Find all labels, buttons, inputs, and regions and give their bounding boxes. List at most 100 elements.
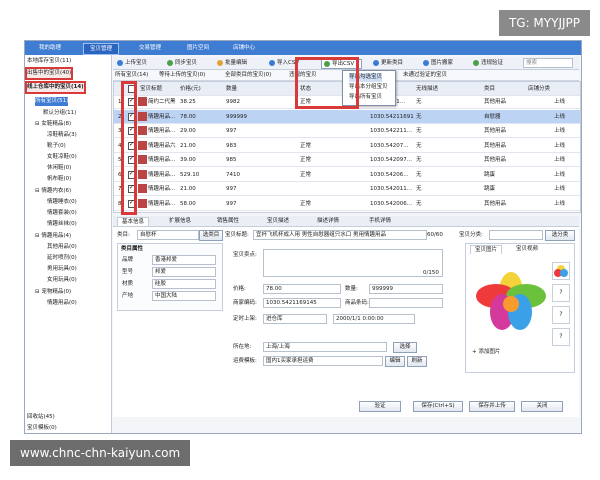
tab-basic[interactable]: 基本信息	[117, 217, 150, 226]
import-csv-button[interactable]: 导入CSV	[269, 59, 299, 67]
table-row[interactable]: 7 情趣用品... 21.00 997 1030.542011... 无 跳蛋 上线	[114, 182, 580, 196]
header-shop[interactable]: 店铺分类	[528, 85, 568, 93]
tab-description[interactable]: 宝贝描述	[263, 217, 293, 225]
header-title[interactable]: 宝贝标题	[140, 85, 174, 93]
thumbnail-1[interactable]	[552, 262, 570, 280]
tab-extended[interactable]: 扩展信息	[165, 217, 195, 225]
qty-field[interactable]: 999999	[369, 284, 443, 294]
row-checkbox[interactable]	[128, 155, 136, 164]
header-mobile[interactable]: 无线描述	[416, 85, 456, 93]
filter-unverified[interactable]: 未通过验证的宝贝	[403, 71, 447, 79]
sidebar-item-sub[interactable]: 女用玩具(0)	[47, 276, 77, 285]
upload-button[interactable]: 上传宝贝	[117, 59, 147, 67]
image-move-button[interactable]: 图片搬家	[423, 59, 453, 67]
row-checkbox[interactable]	[128, 184, 136, 193]
schedule-date[interactable]: 2000/1/1 0:00:00	[333, 314, 415, 324]
sidebar-item-sub[interactable]: 女鞋凉鞋(0)	[47, 153, 77, 162]
close-button[interactable]: 关闭	[521, 401, 563, 412]
sidebar-item-local[interactable]: 本地库存宝贝(11)	[27, 57, 71, 66]
save-upload-button[interactable]: 保存并上传	[469, 401, 515, 412]
sidebar-item-all[interactable]: 所有宝贝(51)	[35, 97, 69, 106]
product-image[interactable]	[474, 262, 548, 342]
nav-item-management[interactable]: 宝贝管理	[83, 43, 120, 55]
header-price[interactable]: 价格(元)	[180, 85, 220, 93]
prop-value[interactable]: 香港邦爱	[152, 255, 216, 265]
select-all-checkbox[interactable]	[128, 85, 136, 93]
sync-button[interactable]: 同步宝贝	[167, 59, 197, 67]
sidebar-item-sub[interactable]: 情趣睡衣(0)	[47, 198, 77, 207]
thumbnail-4[interactable]: ?	[552, 328, 570, 346]
sidebar-item-sub[interactable]: 情趣用品(0)	[47, 299, 77, 308]
row-checkbox[interactable]	[128, 126, 136, 135]
export-checked-menu-item[interactable]: 导出勾选宝贝	[349, 73, 383, 82]
tab-sales-attr[interactable]: 销售属性	[213, 217, 243, 225]
edit-shipping-button[interactable]: 编辑	[385, 356, 405, 367]
table-row[interactable]: 5 情趣用品... 39.00 985 正常 1030.542097... 无 其他用品 上线	[114, 153, 580, 167]
row-checkbox[interactable]	[128, 97, 136, 106]
table-row[interactable]: 4 情趣用品六... 21.00 983 正常 1030.54207... 无 其他用品 上线	[114, 139, 580, 153]
sidebar-item-sub[interactable]: 其他用品(0)	[47, 243, 77, 252]
header-qty[interactable]: 数量	[226, 85, 266, 93]
tab-desc-detail[interactable]: 描述详情	[313, 217, 343, 225]
selling-point-field[interactable]	[263, 249, 443, 277]
sidebar-item-recycle[interactable]: 回收站(45)	[27, 413, 55, 422]
choose-category-button[interactable]: 选类目	[199, 230, 223, 241]
filter-category[interactable]: 全部类目的宝贝(0)	[225, 71, 271, 79]
category-field[interactable]: 自慰杯	[137, 230, 199, 240]
shop-category-field[interactable]	[489, 230, 543, 240]
sidebar-item-warehouse[interactable]: 线上仓库中的宝贝(14)	[25, 81, 86, 94]
prop-value[interactable]: 硅胶	[152, 279, 216, 289]
refresh-shipping-button[interactable]: 刷新	[407, 356, 427, 367]
location-field[interactable]: 上海/上海	[263, 342, 387, 352]
price-field[interactable]: 78.00	[263, 284, 341, 294]
filter-all[interactable]: 所有宝贝(14)	[115, 71, 148, 79]
sidebar-item-group[interactable]: ⊟ 情趣内衣(6)	[35, 187, 71, 196]
sidebar-item-sub[interactable]: 靴子(0)	[47, 142, 66, 151]
add-image-button[interactable]: + 添加图片	[472, 348, 500, 356]
sidebar-item-template[interactable]: 宝贝模板(0)	[27, 424, 57, 433]
header-status[interactable]: 状态	[300, 85, 324, 93]
verify-button[interactable]: 验证	[359, 401, 401, 412]
prop-value[interactable]: 中国大陆	[152, 291, 216, 301]
thumbnail-2[interactable]: ?	[552, 284, 570, 302]
tab-item-images[interactable]: 宝贝图片	[470, 245, 503, 254]
barcode-field[interactable]	[369, 298, 443, 308]
choose-shop-category-button[interactable]: 选分类	[545, 230, 575, 241]
sidebar-item-group[interactable]: ⊟ 女鞋精品(8)	[35, 120, 71, 129]
table-row[interactable]: 2 情趣用品... 78.00 999999 1030.54211691...无 自慰器 上…	[114, 109, 580, 124]
choose-location-button[interactable]: 选择	[393, 342, 417, 353]
sidebar-item-sub[interactable]: 情趣丝袜(0)	[47, 220, 77, 229]
filter-violation[interactable]: 违规的宝贝	[289, 71, 317, 79]
tab-mobile[interactable]: 手机详情	[365, 217, 395, 225]
tab-item-video[interactable]: 宝贝视频	[512, 245, 542, 253]
validate-button[interactable]: 违规验证	[473, 59, 503, 67]
nav-assistant[interactable]: 我的助理	[33, 43, 67, 53]
nav-shop[interactable]: 店铺中心	[227, 43, 261, 53]
sidebar-item-sub[interactable]: 凉鞋精品(3)	[47, 131, 77, 140]
table-row[interactable]: 3 情趣用品... 29.00 997 1030.542211... 无 其他用品 上线	[114, 124, 580, 138]
sidebar-item-group[interactable]: ⊟ 宠物精品(0)	[35, 288, 71, 297]
table-row[interactable]: 6 情趣用品... 529.10 7410 正常 1030.54206... 无 跳蛋 上线	[114, 168, 580, 182]
sidebar-item-sub[interactable]: 延时喷剂(0)	[47, 254, 77, 263]
thumbnail-3[interactable]: ?	[552, 306, 570, 324]
export-csv-button[interactable]: 导出CSV ▾	[321, 59, 362, 69]
shipping-select[interactable]: 国内1买家承担运费	[263, 356, 383, 366]
row-checkbox[interactable]	[128, 199, 136, 208]
search-input[interactable]: 搜索	[523, 58, 573, 68]
row-checkbox[interactable]	[128, 141, 136, 150]
sidebar-item-default-group[interactable]: 默认分组(11)	[43, 109, 76, 118]
export-all-menu-item[interactable]: 导出所有宝贝	[349, 93, 382, 102]
row-checkbox[interactable]	[128, 170, 136, 179]
row-checkbox[interactable]	[128, 112, 136, 121]
update-category-button[interactable]: 更新类目	[373, 59, 403, 67]
sidebar-item-sub[interactable]: 男用玩具(0)	[47, 265, 77, 274]
nav-images[interactable]: 图片空间	[181, 43, 215, 53]
sidebar-item-on-sale[interactable]: 出售中的宝贝(40)	[25, 67, 74, 80]
save-button[interactable]: 保存(Ctrl+S)	[413, 401, 463, 412]
title-field[interactable]: 宜杯飞机杯成人用 男性自慰器组只水口 男用情趣用品	[253, 230, 427, 240]
sidebar-item-sub[interactable]: 休闲鞋(0)	[47, 164, 71, 173]
filter-waiting[interactable]: 等待上传的宝贝(0)	[159, 71, 205, 79]
sidebar-item-sub[interactable]: 帆布鞋(0)	[47, 175, 71, 184]
sidebar-item-group[interactable]: ⊟ 情趣用品(4)	[35, 232, 71, 241]
sidebar-item-sub[interactable]: 情趣套装(0)	[47, 209, 77, 218]
